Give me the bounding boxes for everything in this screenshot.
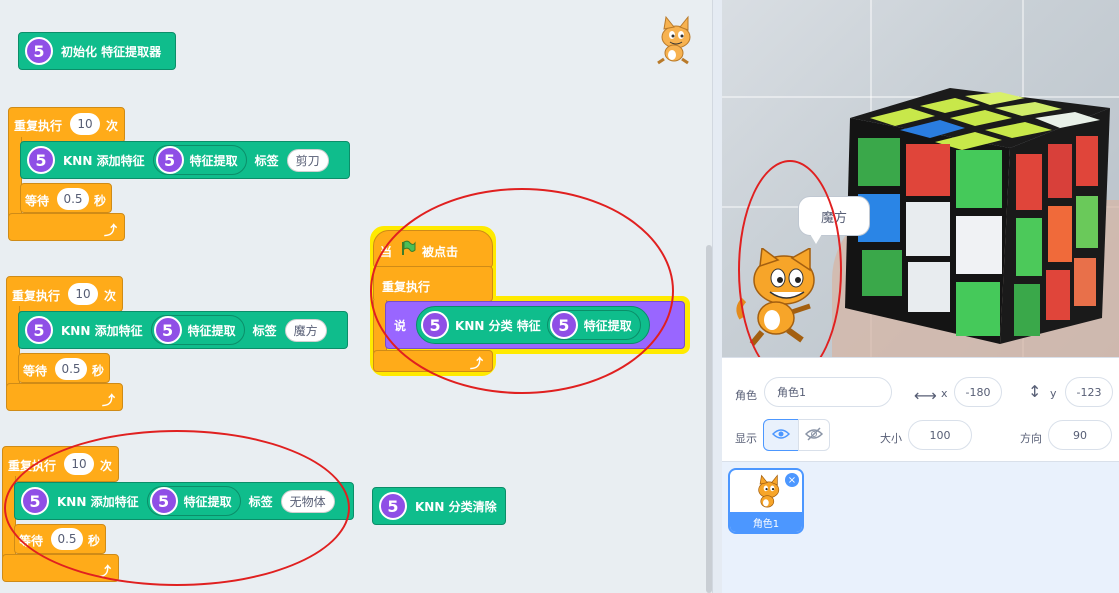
say-block[interactable]: 说 5 KNN 分类 特征 5 特征提取 [385,301,685,349]
tag-label: 标签 [252,323,277,338]
wait-label: 等待 [19,534,44,548]
extension-5-icon: 5 [379,492,407,520]
x-label: x [941,387,948,400]
direction-label: 方向 [1020,432,1042,445]
sprite-thumbnail-cat-icon [750,474,786,510]
extension-5-icon: 5 [21,487,49,515]
repeat-count-input[interactable]: 10 [70,113,100,135]
feature-extract-label: 特征提取 [189,153,238,168]
size-input[interactable]: 100 [908,420,972,450]
panel-divider [712,0,722,593]
wait-seconds-input[interactable]: 0.5 [57,188,89,210]
wait-seconds-input[interactable]: 0.5 [55,358,87,380]
feature-extract-reporter[interactable]: 5 特征提取 [150,315,245,345]
loop-arrow-icon: ⤴ [470,357,484,372]
stage[interactable]: 魔方 [722,0,1119,357]
feature-extract-label: 特征提取 [183,494,232,509]
repeat-unit: 次 [100,459,113,473]
wait-unit: 秒 [92,364,105,378]
sprite-name-input[interactable]: 角色1 [764,377,892,407]
size-label: 大小 [880,432,902,445]
repeat-count-input[interactable]: 10 [68,283,98,305]
say-label: 说 [394,318,407,333]
knn-add-label: KNN 添加特征 [63,153,145,168]
wait-label: 等待 [23,364,48,378]
scratch-cat-watermark-icon [650,15,700,65]
repeat-label: 重复执行 [12,289,61,303]
y-arrow-icon: ↕ [1028,382,1042,401]
knn-clear-block[interactable]: 5 KNN 分类清除 [372,487,506,525]
knn-add-feature-block[interactable]: 5 KNN 添加特征 5 特征提取 标签 魔方 [18,311,348,349]
extension-5-icon: 5 [421,311,450,339]
extension-5-icon: 5 [27,146,55,174]
knn-add-feature-block[interactable]: 5 KNN 添加特征 5 特征提取 标签 无物体 [14,482,354,520]
repeat-unit: 次 [106,119,119,133]
eye-slash-icon [804,426,824,444]
feature-extract-label: 特征提取 [187,323,236,338]
sprite-tile-name: 角色1 [730,512,802,532]
speech-bubble-tail [810,234,822,244]
extension-5-icon: 5 [155,146,184,174]
knn-classify-reporter[interactable]: 5 KNN 分类 特征 5 特征提取 [416,306,650,344]
extension-5-icon: 5 [25,37,53,65]
knn-classify-label: KNN 分类 特征 [455,318,541,333]
direction-input[interactable]: 90 [1048,420,1112,450]
sprite-tile[interactable]: × 角色1 [728,468,804,534]
feature-extract-label: 特征提取 [583,318,632,333]
repeat-label: 重复执行 [14,119,63,133]
init-feature-extractor-block[interactable]: 5 初始化 特征提取器 [18,32,176,70]
x-input[interactable]: -180 [954,377,1002,407]
speech-text: 魔方 [820,210,847,226]
loop-arrow-icon: ⤴ [102,394,116,409]
speech-bubble: 魔方 [798,196,870,236]
x-arrow-icon: ⟷ [914,386,937,405]
eye-icon [771,428,791,443]
loop-arrow-icon: ⤴ [98,565,112,580]
clicked-label: 被点击 [422,245,459,259]
wait-label: 等待 [25,194,50,208]
feature-extract-reporter[interactable]: 5 特征提取 [152,145,247,175]
knn-add-label: KNN 添加特征 [61,323,143,338]
sprite-label: 角色 [735,389,757,402]
scratch-cat-sprite[interactable] [732,246,832,348]
when-label: 当 [380,245,393,259]
tag-label: 标签 [248,494,273,509]
knn-add-feature-block[interactable]: 5 KNN 添加特征 5 特征提取 标签 剪刀 [20,141,350,179]
tag-label: 标签 [254,153,279,168]
extension-5-icon: 5 [149,487,178,515]
show-label: 显示 [735,432,757,445]
extension-5-icon: 5 [549,311,578,339]
show-visible-button[interactable] [763,419,799,451]
repeat-label: 重复执行 [8,459,57,473]
y-input[interactable]: -123 [1065,377,1113,407]
sprite-info-panel: 角色 角色1 ⟷ x -180 ↕ y -123 显示 大小 100 方向 90 [722,357,1119,461]
tag-input[interactable]: 魔方 [284,318,327,342]
delete-sprite-icon[interactable]: × [785,473,799,487]
wait-unit: 秒 [88,534,101,548]
knn-clear-label: KNN 分类清除 [415,499,497,514]
knn-add-label: KNN 添加特征 [57,494,139,509]
loop-arrow-icon: ⤴ [104,224,118,239]
sprite-list-panel: × 角色1 [722,461,1119,593]
wait-seconds-input[interactable]: 0.5 [51,528,83,550]
rubiks-cube-image [840,78,1119,344]
init-label: 初始化 特征提取器 [61,44,162,59]
forever-label: 重复执行 [382,280,431,294]
repeat-count-input[interactable]: 10 [64,453,94,475]
y-label: y [1050,387,1057,400]
tag-input[interactable]: 无物体 [280,489,335,513]
green-flag-icon [400,240,416,259]
feature-extract-reporter[interactable]: 5 特征提取 [146,486,241,516]
extension-5-icon: 5 [153,316,182,344]
feature-extract-reporter[interactable]: 5 特征提取 [546,310,641,340]
repeat-unit: 次 [104,289,117,303]
extension-5-icon: 5 [25,316,53,344]
tag-input[interactable]: 剪刀 [286,148,329,172]
show-hidden-button[interactable] [798,419,830,451]
code-area[interactable]: 5 初始化 特征提取器 重复执行 10 次 5 KNN 添加特征 5 特征提取 … [0,0,712,593]
wait-unit: 秒 [94,194,107,208]
